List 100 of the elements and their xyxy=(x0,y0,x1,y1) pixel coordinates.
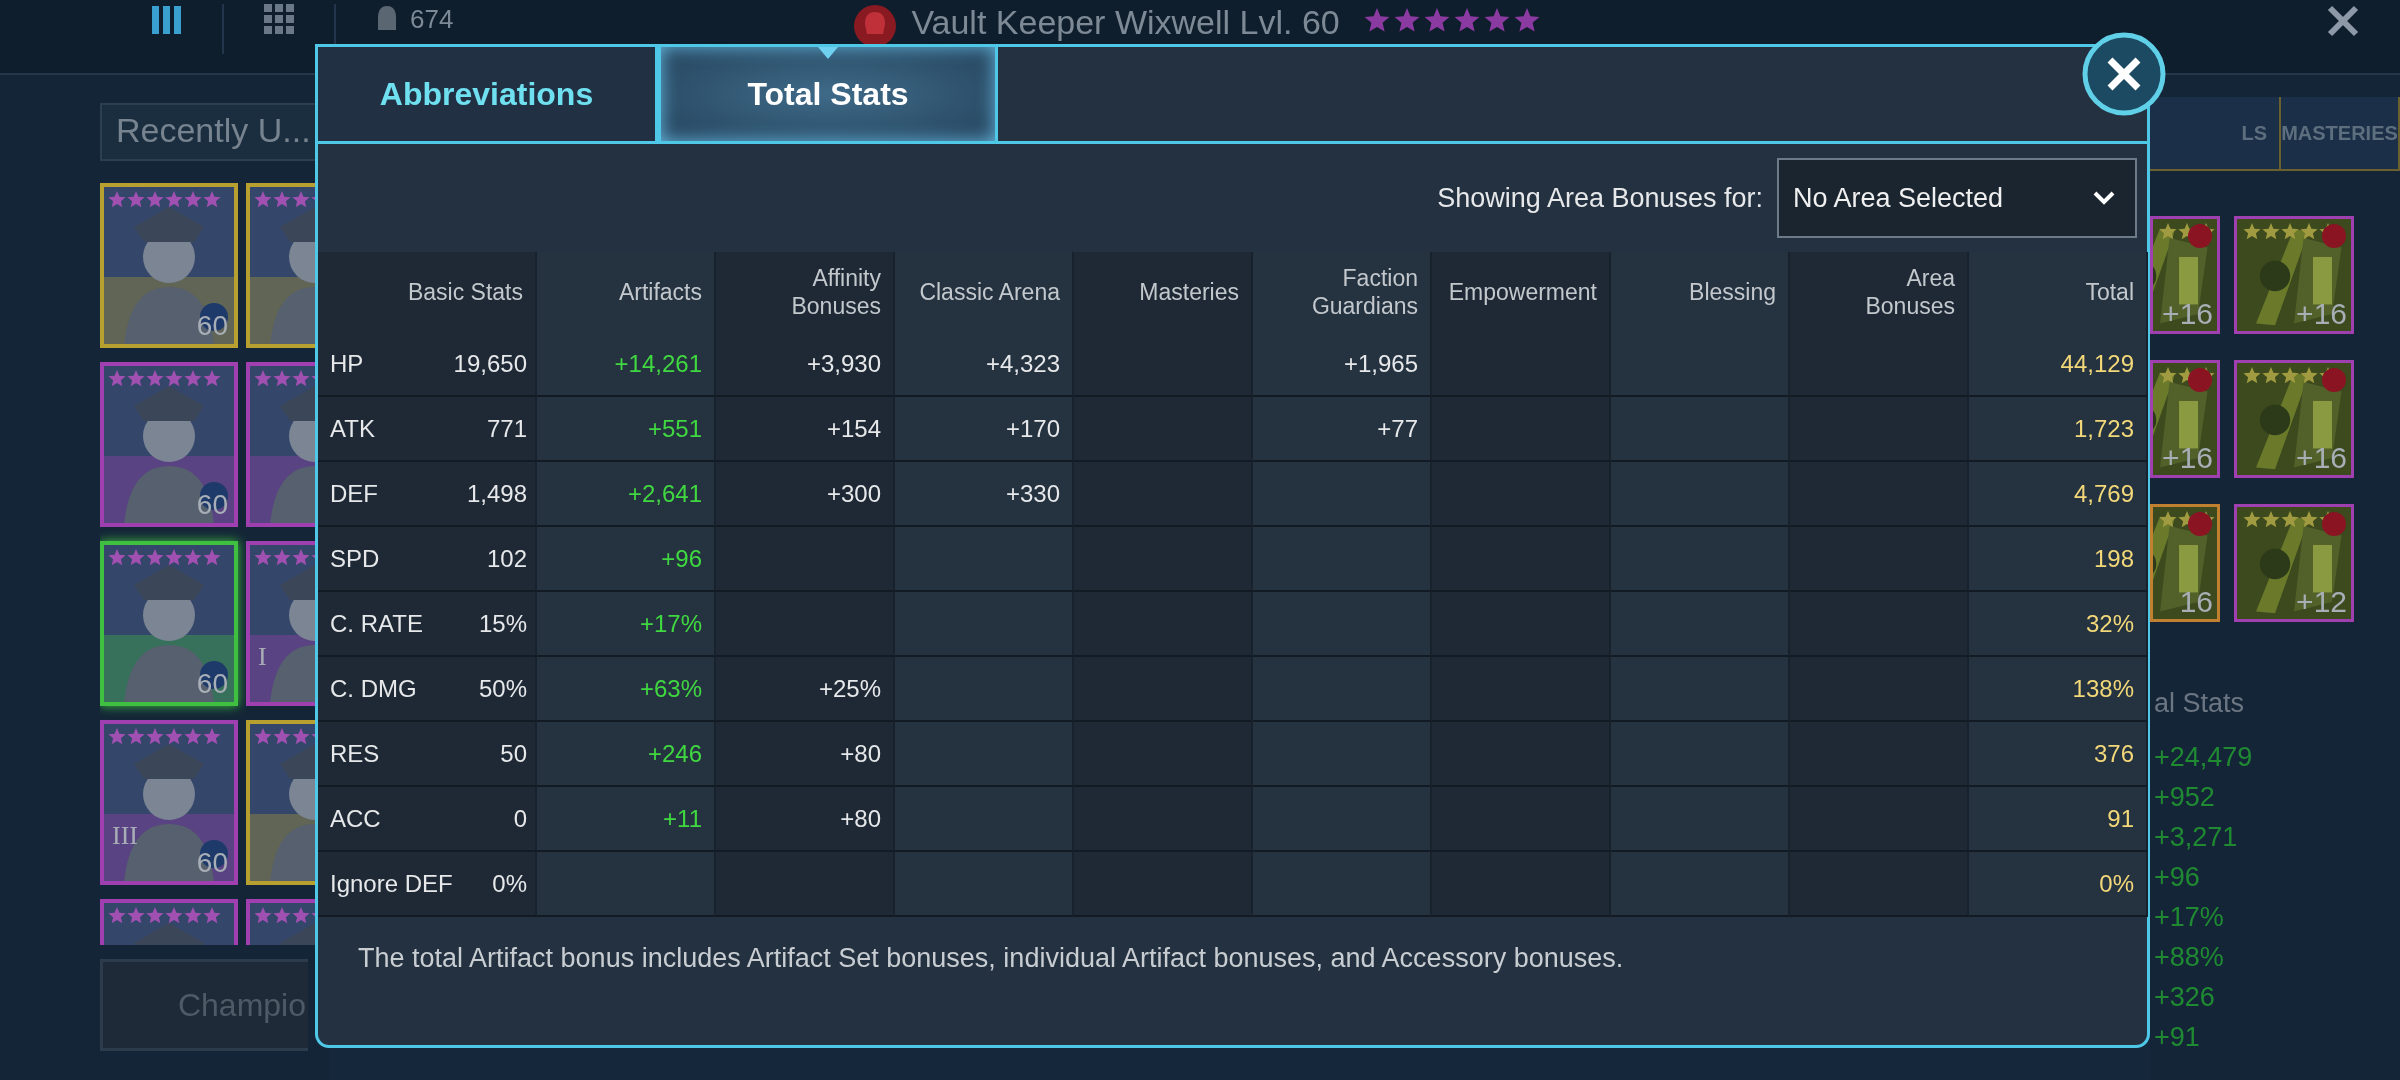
table-cell: 0% xyxy=(455,852,537,917)
helmet-icon xyxy=(376,4,398,32)
stat-name: RES xyxy=(318,722,455,787)
table-cell: 32% xyxy=(1969,592,2148,657)
alert-icon xyxy=(2187,511,2213,537)
modal-tab[interactable]: Total Stats xyxy=(658,47,998,141)
stat-value: +952 xyxy=(2153,781,2216,814)
table-cell: +2,641 xyxy=(537,462,716,527)
champion-card[interactable]: 60 xyxy=(100,362,238,527)
area-dropdown[interactable]: No Area Selected xyxy=(1777,158,2137,238)
star-icon xyxy=(1423,8,1450,34)
table-cell: +11 xyxy=(537,787,716,852)
level-text: 60 xyxy=(196,668,228,700)
artifact-card[interactable]: +16 xyxy=(2150,360,2220,478)
table-cell: 15% xyxy=(455,592,537,657)
stat-name: SPD xyxy=(318,527,455,592)
stat-name: C. DMG xyxy=(318,657,455,722)
stat-value: +96 xyxy=(2153,861,2201,894)
star-icon xyxy=(1363,8,1390,34)
star-icon xyxy=(1393,8,1420,34)
level-text: 16 xyxy=(2179,585,2213,619)
table-cell: +80 xyxy=(716,722,895,787)
level-text: 60 xyxy=(196,310,228,342)
artifact-card[interactable]: +16 xyxy=(2234,216,2354,334)
count-text: 674 xyxy=(410,4,454,35)
table-cell: +330 xyxy=(895,462,1074,527)
alert-icon xyxy=(2321,511,2347,537)
level-text: +16 xyxy=(2162,297,2213,331)
table-cell: +14,261 xyxy=(537,332,716,397)
pointer-icon xyxy=(818,47,838,59)
footnote-text: The total Artifact bonus includes Artifact Set bonuses, individual Artifact bonuses, and Accessory bonuses. xyxy=(357,942,1625,974)
stat-value: +3,271 xyxy=(2153,821,2239,854)
table-cell: 91 xyxy=(1969,787,2148,852)
stat-name: ACC xyxy=(318,787,455,852)
stat-name: ATK xyxy=(318,397,455,462)
column-header: Area Bonuses xyxy=(1790,252,1969,332)
stat-value: +91 xyxy=(2153,1021,2201,1054)
table-cell: 19,650 xyxy=(455,332,537,397)
table-cell: +300 xyxy=(716,462,895,527)
artifact-card[interactable]: +16 xyxy=(2150,216,2220,334)
alert-icon xyxy=(2187,367,2213,393)
table-cell: 0 xyxy=(455,787,537,852)
artifact-card[interactable]: +12 xyxy=(2234,504,2354,622)
champion-card[interactable]: 60 xyxy=(100,541,238,706)
table-cell: +551 xyxy=(537,397,716,462)
table-cell: 1,498 xyxy=(455,462,537,527)
champion-card[interactable]: 60 xyxy=(100,183,238,348)
level-text: +16 xyxy=(2296,297,2347,331)
level-text: +16 xyxy=(2162,441,2213,475)
filter-label: Showing Area Bonuses for: xyxy=(1437,182,1763,214)
column-header: Affinity Bonuses xyxy=(716,252,895,332)
grid-icon xyxy=(264,4,294,34)
table-cell: 1,723 xyxy=(1969,397,2148,462)
alert-icon xyxy=(2187,223,2213,249)
table-cell: 44,129 xyxy=(1969,332,2148,397)
close-icon xyxy=(2326,4,2360,38)
table-cell: +77 xyxy=(1253,397,1432,462)
table-cell: 138% xyxy=(1969,657,2148,722)
bars-icon xyxy=(150,4,182,36)
table-cell: +4,323 xyxy=(895,332,1074,397)
section-title: al Stats xyxy=(2153,688,2246,719)
hero-title: Vault Keeper Wixwell Lvl. 60 xyxy=(911,4,1340,40)
table-cell: +170 xyxy=(895,397,1074,462)
table-cell: +3,930 xyxy=(716,332,895,397)
stat-value: +326 xyxy=(2153,981,2216,1014)
close-button[interactable] xyxy=(2082,32,2166,116)
table-cell: 771 xyxy=(455,397,537,462)
column-header: Basic Stats xyxy=(318,252,537,332)
stat-name: Ignore DEF xyxy=(318,852,455,917)
table-cell: 376 xyxy=(1969,722,2148,787)
modal-tab[interactable]: Abbreviations xyxy=(318,47,658,141)
artifact-card[interactable]: 16 xyxy=(2150,504,2220,622)
panel-tab[interactable]: MASTERIES xyxy=(2281,97,2400,169)
table-cell: +96 xyxy=(537,527,716,592)
table-cell: +17% xyxy=(537,592,716,657)
alert-icon xyxy=(2321,223,2347,249)
stat-value: +24,479 xyxy=(2153,741,2254,774)
column-header: Masteries xyxy=(1074,252,1253,332)
alert-icon xyxy=(2321,367,2347,393)
star-icon xyxy=(1483,8,1510,34)
stat-name: C. RATE xyxy=(318,592,455,657)
panel-tab[interactable]: LS xyxy=(2150,97,2281,169)
table-cell: +246 xyxy=(537,722,716,787)
chevron-down-icon xyxy=(2093,191,2115,205)
artifact-card[interactable]: +16 xyxy=(2234,360,2354,478)
table-cell: 0% xyxy=(1969,852,2148,917)
champion-card[interactable]: III 60 xyxy=(100,720,238,885)
level-text: 60 xyxy=(196,489,228,521)
rank-text: III xyxy=(112,821,138,851)
stat-value: +88% xyxy=(2153,941,2225,974)
table-cell: +80 xyxy=(716,787,895,852)
level-text: 60 xyxy=(196,847,228,879)
stat-value: +17% xyxy=(2153,901,2225,934)
star-icon xyxy=(1453,8,1480,34)
rank-text: I xyxy=(258,642,267,672)
table-cell: 102 xyxy=(455,527,537,592)
table-cell: 50% xyxy=(455,657,537,722)
column-header: Empowerment xyxy=(1432,252,1611,332)
star-icon xyxy=(1513,8,1540,34)
table-cell: +1,965 xyxy=(1253,332,1432,397)
